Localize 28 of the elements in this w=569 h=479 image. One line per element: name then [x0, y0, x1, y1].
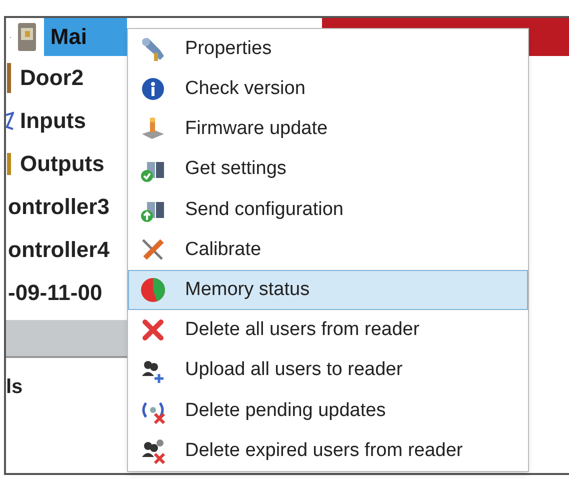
- output-icon: [6, 152, 14, 174]
- tree-item[interactable]: Inputs: [20, 102, 86, 140]
- menu-item[interactable]: Delete expired users from reader: [128, 430, 528, 472]
- users-delete-icon: [140, 438, 166, 464]
- door-icon: [6, 62, 14, 92]
- menu-item[interactable]: Send configuration: [128, 190, 528, 230]
- menu-item[interactable]: Firmware update: [128, 109, 528, 150]
- pie-icon: [140, 277, 166, 304]
- menu-item[interactable]: Get settings: [128, 150, 528, 190]
- menu-item[interactable]: Delete pending updates: [128, 390, 528, 431]
- input-icon: [6, 110, 14, 130]
- menu-item[interactable]: Check version: [128, 69, 528, 110]
- menu-item[interactable]: Calibrate: [128, 230, 528, 270]
- tree-item[interactable]: Outputs: [20, 144, 104, 182]
- menu-item[interactable]: Upload all users to reader: [128, 350, 528, 391]
- tree-label: ls: [6, 375, 24, 400]
- tree-item[interactable]: ontroller3: [8, 188, 110, 226]
- tree-item[interactable]: Door2: [20, 58, 84, 96]
- menu-item[interactable]: Delete all users from reader: [128, 310, 528, 350]
- wrench-icon: [140, 36, 166, 62]
- menu-item[interactable]: Properties: [128, 29, 528, 70]
- tree-item[interactable]: Mai: [44, 18, 127, 56]
- delete-icon: [141, 318, 165, 342]
- tree-item[interactable]: ontroller4: [8, 230, 110, 268]
- tree-item[interactable]: -09-11-00: [8, 274, 102, 312]
- device-icon: [16, 22, 38, 52]
- menu-item[interactable]: Memory status: [128, 270, 528, 310]
- info-icon: [141, 77, 165, 102]
